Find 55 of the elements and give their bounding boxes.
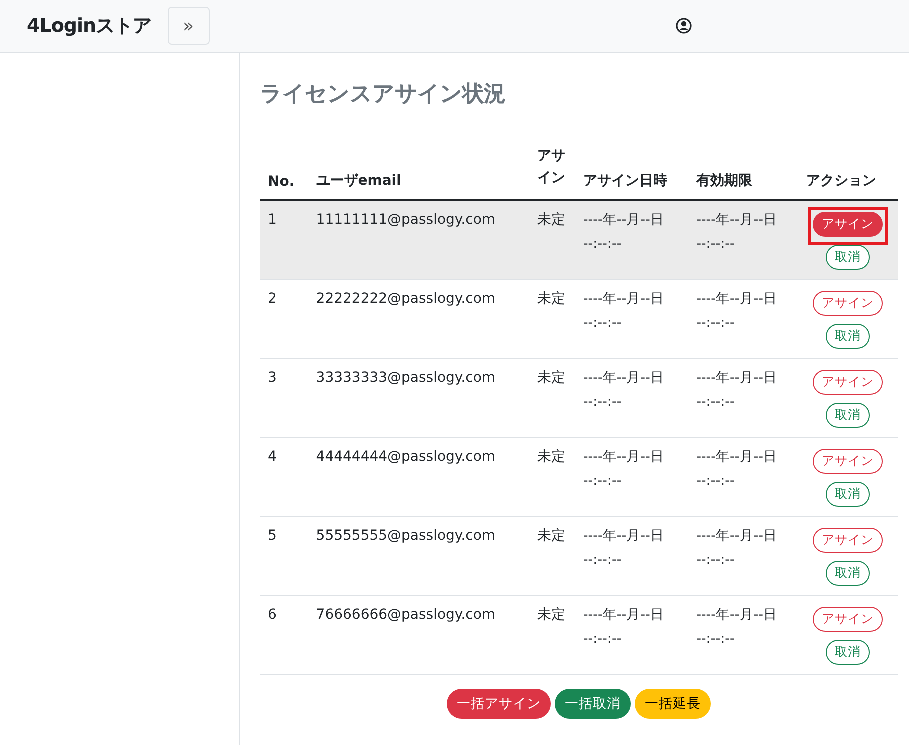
assign-button[interactable]: アサイン (813, 448, 884, 474)
row-number: 5 (268, 528, 277, 544)
table-row[interactable]: 2 22222222@passlogy.com 未定 ----年--月--日 --:--:-- ----年--月--日 --:--:-- アサイン 取消 (260, 279, 898, 358)
table-row[interactable]: 6 76666666@passlogy.com 未定 ----年--月--日 --:--:-- ----年--月--日 --:--:-- アサイン 取消 (260, 595, 898, 674)
cancel-button[interactable]: 取消 (826, 402, 870, 428)
cancel-button[interactable]: 取消 (826, 482, 870, 507)
email-cell: 11111111@passlogy.com (316, 212, 496, 228)
date-cell: ----年--月--日 --:--:-- (583, 448, 664, 489)
table-row[interactable]: 5 55555555@passlogy.com 未定 ----年--月--日 --:--:-- ----年--月--日 --:--:-- アサイン 取消 (260, 516, 898, 596)
date-cell: ----年--月--日 --:--:-- (696, 370, 778, 410)
bulk-action-button[interactable]: 一括延長 (635, 688, 711, 719)
row-number: 1 (268, 212, 277, 228)
table-row[interactable]: 3 33333333@passlogy.com 未定 ----年--月--日 --:--:-- ----年--月--日 --:--:-- アサイン 取消 (260, 358, 898, 438)
cancel-button[interactable]: 取消 (826, 244, 870, 270)
date-cell: ----年--月--日 --:--:-- (696, 448, 778, 489)
status-cell: 未定 (537, 290, 566, 307)
assign-button[interactable]: アサイン (813, 370, 884, 395)
row-number: 3 (268, 370, 277, 386)
brand-title: 4Loginストア (27, 14, 152, 39)
date-cell: ----年--月--日 --:--:-- (696, 528, 778, 568)
email-cell: 33333333@passlogy.com (316, 370, 496, 386)
table-row[interactable]: 1 11111111@passlogy.com 未定 ----年--月--日 --:--:-- ----年--月--日 --:--:-- アサイン 取消 (260, 200, 898, 280)
date-cell: ----年--月--日 --:--:-- (583, 290, 664, 331)
date-cell: ----年--月--日 --:--:-- (583, 370, 664, 410)
sidebar-toggle-button[interactable]: » (168, 7, 210, 45)
assign-button[interactable]: アサイン (813, 606, 884, 632)
status-cell: 未定 (537, 370, 566, 386)
assign-button[interactable]: アサイン (813, 212, 884, 237)
status-cell: 未定 (537, 212, 566, 228)
page-title: ライセンスアサイン状況 (260, 81, 506, 109)
row-number: 6 (268, 606, 277, 623)
status-cell: 未定 (537, 448, 566, 465)
row-number: 2 (268, 290, 277, 307)
assign-button[interactable]: アサイン (813, 290, 884, 316)
bulk-action-button[interactable]: 一括アサイン (447, 688, 551, 719)
row-number: 4 (268, 448, 277, 465)
email-cell: 76666666@passlogy.com (316, 606, 496, 623)
date-cell: ----年--月--日 --:--:-- (583, 212, 664, 252)
assign-button[interactable]: アサイン (813, 528, 884, 553)
status-cell: 未定 (537, 606, 566, 623)
cancel-button[interactable]: 取消 (826, 324, 870, 349)
email-cell: 55555555@passlogy.com (316, 528, 496, 544)
bulk-action-button[interactable]: 一括取消 (555, 688, 631, 719)
date-cell: ----年--月--日 --:--:-- (696, 606, 778, 647)
status-cell: 未定 (537, 528, 566, 544)
date-cell: ----年--月--日 --:--:-- (696, 290, 778, 331)
date-cell: ----年--月--日 --:--:-- (696, 212, 778, 252)
date-cell: ----年--月--日 --:--:-- (583, 606, 664, 647)
email-cell: 22222222@passlogy.com (316, 290, 496, 307)
email-cell: 44444444@passlogy.com (316, 448, 496, 465)
cancel-button[interactable]: 取消 (826, 640, 870, 665)
user-icon[interactable] (676, 18, 692, 34)
cancel-button[interactable]: 取消 (826, 560, 870, 586)
date-cell: ----年--月--日 --:--:-- (583, 528, 664, 568)
table-row[interactable]: 4 44444444@passlogy.com 未定 ----年--月--日 --:--:-- ----年--月--日 --:--:-- アサイン 取消 (260, 437, 898, 516)
